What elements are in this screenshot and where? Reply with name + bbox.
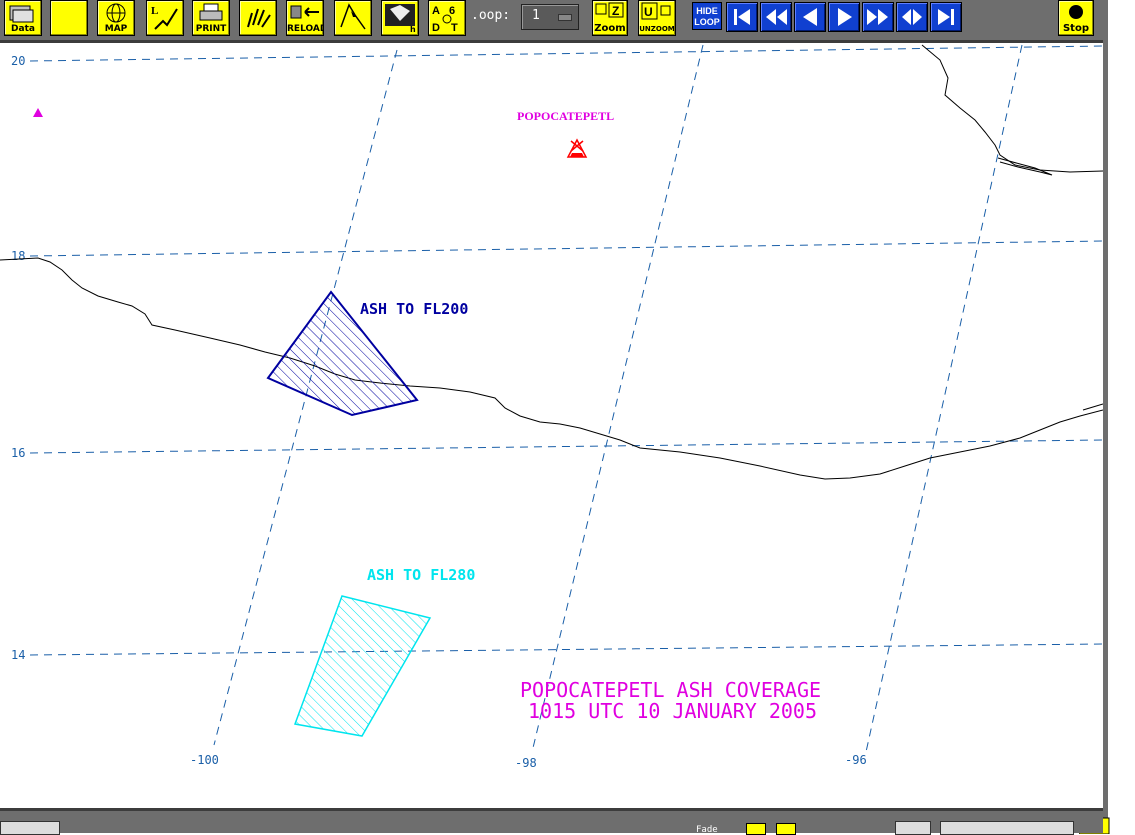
- pointer-button[interactable]: [334, 0, 372, 36]
- lon-line-98: [531, 44, 704, 753]
- step-back-icon: [803, 8, 817, 26]
- lat-line-18: [29, 240, 1103, 257]
- svg-text:D: D: [432, 22, 440, 34]
- hide-loop-button[interactable]: HIDE LOOP: [692, 2, 722, 30]
- lon-label-100: -100: [190, 753, 219, 767]
- volcano-label: POPOCATEPETL: [517, 109, 614, 123]
- volcano-icon[interactable]: [566, 138, 588, 158]
- step-back-button[interactable]: [794, 2, 826, 32]
- svg-text:U: U: [644, 5, 653, 19]
- svg-text:Z: Z: [612, 4, 619, 18]
- lat-label-18: 18: [11, 249, 25, 263]
- toolbar: Data MAP L PRINT RELOAD h A 6 D T .oop: …: [0, 0, 1103, 43]
- rock-icon: [902, 9, 922, 25]
- lat-line-14: [29, 643, 1103, 656]
- loop-count-select[interactable]: 1: [521, 4, 579, 30]
- play-icon: [838, 8, 852, 26]
- last-frame-button[interactable]: [930, 2, 962, 32]
- status-field-text: Fade: [696, 825, 718, 835]
- ash-fl200-label: ASH TO FL200: [360, 300, 468, 318]
- lon-label-96: -96: [845, 753, 867, 767]
- fast-forward-icon: [867, 9, 888, 25]
- map-button-label: MAP: [104, 24, 128, 34]
- right-gutter: [1079, 0, 1135, 834]
- flag-button[interactable]: h: [381, 0, 419, 36]
- last-frame-icon: [938, 9, 954, 25]
- lat-label-14: 14: [11, 648, 25, 662]
- lat-line-16: [29, 439, 1103, 454]
- status-cell-mid: [895, 821, 931, 835]
- line-draw-icon: L: [151, 5, 178, 30]
- ash-fl280-label: ASH TO FL280: [367, 566, 475, 584]
- lat-label-20: 20: [11, 54, 25, 68]
- first-frame-button[interactable]: [726, 2, 758, 32]
- status-cell-left: [0, 821, 60, 835]
- rewind-button[interactable]: [760, 2, 792, 32]
- data-button-label: Data: [11, 24, 35, 34]
- loop-count-value: 1: [532, 8, 540, 23]
- svg-text:h: h: [410, 25, 416, 34]
- rock-button[interactable]: [896, 2, 928, 32]
- line-draw-button[interactable]: L: [146, 0, 184, 36]
- lat-label-16: 16: [11, 446, 25, 460]
- print-button[interactable]: PRINT: [192, 0, 230, 36]
- fast-forward-button[interactable]: [862, 2, 894, 32]
- reload-button[interactable]: RELOAD: [286, 0, 324, 36]
- stop-button[interactable]: Stop: [1058, 0, 1094, 36]
- unzoom-button[interactable]: U UNZOOM: [638, 0, 676, 36]
- unzoom-button-label: UNZOOM: [639, 25, 675, 33]
- zoom-button-label: Zoom: [594, 23, 626, 34]
- dropdown-notch-icon: [558, 14, 572, 21]
- data-button[interactable]: Data: [4, 0, 42, 36]
- pan-hand-button[interactable]: [239, 0, 277, 36]
- first-frame-icon: [734, 9, 750, 25]
- map-title-line2: 1015 UTC 10 JANUARY 2005: [528, 699, 817, 723]
- lat-line-20: [29, 45, 1103, 62]
- annotate-button[interactable]: A 6 D T: [428, 0, 466, 36]
- marker-triangle-icon: [33, 108, 43, 117]
- status-bar: Fade: [0, 808, 1103, 835]
- lon-label-98: -98: [515, 756, 537, 770]
- blank-button[interactable]: [50, 0, 88, 36]
- pointer-icon: [340, 3, 366, 30]
- map-svg[interactable]: 20 18 16 14 -100 -98 -96 POPOCATEPETL AS…: [0, 43, 1103, 808]
- status-cell-right: [940, 821, 1074, 835]
- rewind-icon: [766, 9, 787, 25]
- ash-area-fl280[interactable]: [293, 595, 432, 737]
- map-canvas[interactable]: 20 18 16 14 -100 -98 -96 POPOCATEPETL AS…: [0, 43, 1103, 808]
- reload-button-label: RELOAD: [287, 24, 324, 34]
- zoom-button[interactable]: Z Zoom: [592, 0, 628, 36]
- window-border: [1103, 0, 1108, 830]
- svg-text:6: 6: [449, 5, 455, 17]
- flag-icon: h: [385, 4, 416, 34]
- status-button-2[interactable]: [776, 823, 796, 835]
- hand-icon: [247, 8, 271, 28]
- svg-text:A: A: [432, 5, 440, 17]
- map-button[interactable]: MAP: [97, 0, 135, 36]
- svg-text:T: T: [451, 22, 458, 34]
- annotate-icon: A 6 D T: [432, 5, 458, 34]
- loop-label: .oop:: [471, 8, 511, 23]
- status-button-1[interactable]: [746, 823, 766, 835]
- print-button-label: PRINT: [195, 24, 227, 34]
- stop-button-label: Stop: [1062, 23, 1089, 34]
- play-button[interactable]: [828, 2, 860, 32]
- svg-text:L: L: [151, 5, 158, 17]
- latitude-grid: [29, 45, 1103, 656]
